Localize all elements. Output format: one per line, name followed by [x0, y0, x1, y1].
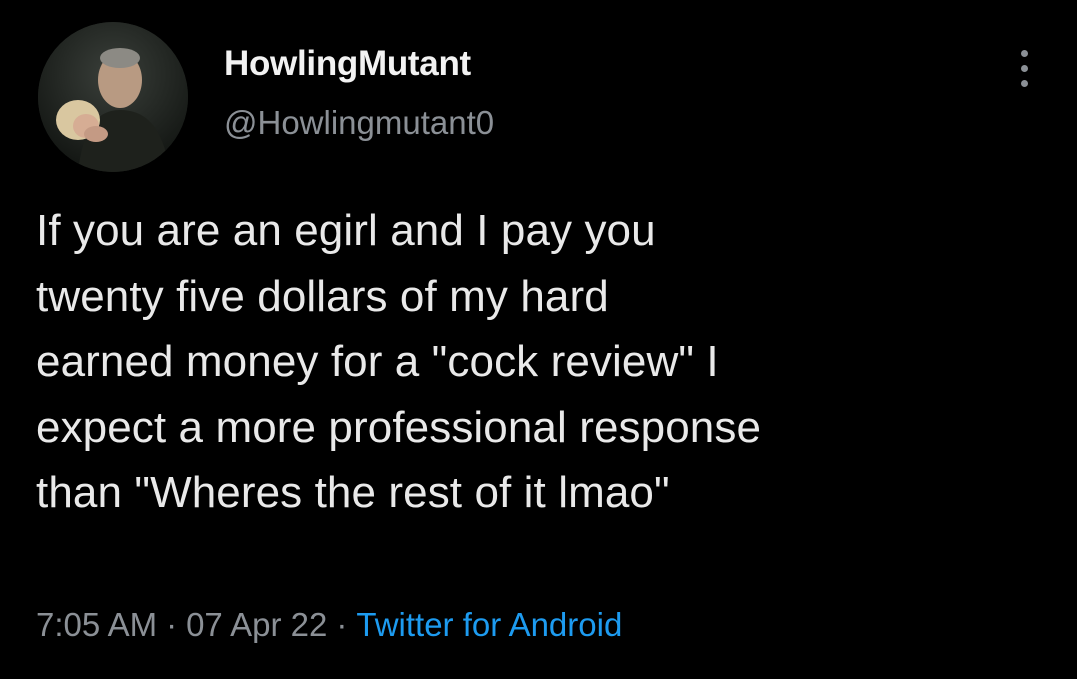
user-handle[interactable]: @Howlingmutant0	[224, 104, 494, 142]
display-name[interactable]: HowlingMutant	[224, 44, 471, 84]
more-horizontal-icon	[1021, 50, 1028, 57]
tweet-source-link[interactable]: Twitter for Android	[356, 606, 622, 643]
more-horizontal-icon	[1021, 65, 1028, 72]
tweet-card: HowlingMutant @Howlingmutant0 If you are…	[0, 0, 1077, 679]
separator: ·	[336, 606, 348, 643]
tweet-text-line: If you are an egirl and I pay you	[36, 206, 656, 255]
avatar-photo	[38, 22, 188, 172]
tweet-text-line: earned money for a "cock review" I	[36, 337, 719, 386]
more-options-button[interactable]	[1010, 44, 1040, 94]
tweet-metadata: 7:05 AM · 07 Apr 22 · Twitter for Android	[36, 606, 622, 644]
tweet-text: If you are an egirl and I pay you twenty…	[36, 198, 1056, 526]
separator: ·	[166, 606, 178, 643]
avatar[interactable]	[38, 22, 188, 172]
tweet-text-line: twenty five dollars of my hard	[36, 271, 609, 321]
more-horizontal-icon	[1021, 80, 1028, 87]
tweet-time[interactable]: 7:05 AM	[36, 606, 157, 643]
tweet-text-line: than "Wheres the rest of it lmao"	[36, 468, 670, 517]
tweet-date[interactable]: 07 Apr 22	[186, 606, 327, 643]
tweet-text-line: expect a more professional response	[36, 402, 762, 452]
